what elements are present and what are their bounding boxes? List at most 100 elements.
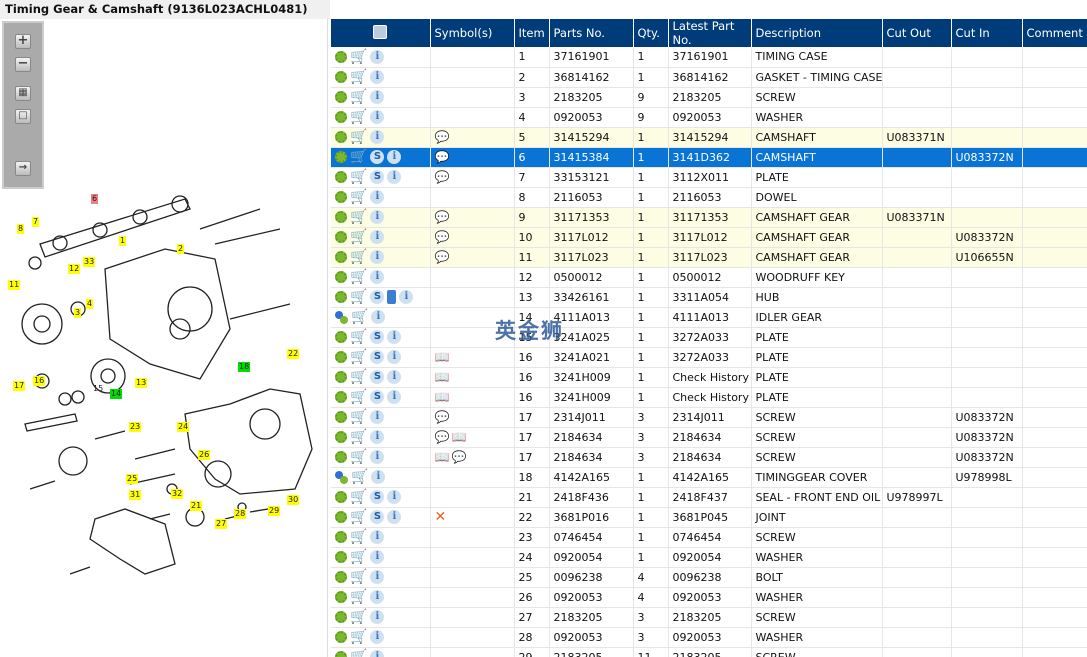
export-button[interactable]: → xyxy=(15,161,31,176)
callout-29[interactable]: 29 xyxy=(268,506,281,516)
table-row[interactable]: 🛒 Si 💬 7 33153121 1 3112X011 PLATE xyxy=(331,167,1087,188)
table-row[interactable]: 🛒 i 📖 💬 17 2184634 3 2184634 SCREW U083372N xyxy=(331,447,1087,468)
note-bubble-icon[interactable]: 💬 xyxy=(435,150,450,164)
info-icon[interactable]: i xyxy=(370,250,385,264)
cart-icon[interactable]: 🛒 xyxy=(350,350,367,364)
supersession-icon[interactable]: S xyxy=(370,490,385,504)
table-row[interactable]: 🛒 i 3 2183205 9 2183205 SCREW xyxy=(331,87,1087,108)
table-row[interactable]: 🛒 i 4 0920053 9 0920053 WASHER xyxy=(331,107,1087,128)
note-bubble-icon[interactable]: 💬 xyxy=(451,450,466,464)
callout-26[interactable]: 26 xyxy=(198,450,211,460)
table-row[interactable]: 🛒 i 💬 9 31171353 1 31171353 CAMSHAFT GEAR U08337… xyxy=(331,207,1087,228)
gear-icon[interactable] xyxy=(335,91,347,103)
supersession-icon[interactable]: S xyxy=(370,370,385,384)
cart-icon[interactable]: 🛒 xyxy=(350,110,367,124)
column-header-qty[interactable]: Qty. xyxy=(633,19,669,47)
info-icon[interactable]: i xyxy=(370,49,385,64)
table-row[interactable]: 🛒 Si 📖 16 3241H009 1 Check History PLATE xyxy=(331,387,1087,408)
history-book-icon[interactable]: 📖 xyxy=(435,350,450,364)
cart-icon[interactable]: 🛒 xyxy=(350,210,367,224)
history-book-icon[interactable]: 📖 xyxy=(435,390,450,404)
gear-icon[interactable] xyxy=(335,251,347,263)
gear-icon[interactable] xyxy=(335,131,347,143)
callout-30[interactable]: 30 xyxy=(287,495,300,505)
zoom-out-button[interactable]: − xyxy=(15,57,31,72)
info-icon[interactable]: i xyxy=(387,510,402,524)
supersession-icon[interactable]: S xyxy=(370,290,385,304)
cart-icon[interactable]: 🛒 xyxy=(350,330,367,344)
column-header-description[interactable]: Description xyxy=(751,19,883,47)
info-icon[interactable]: i xyxy=(370,130,385,144)
gear-icon[interactable] xyxy=(335,331,347,343)
note-bubble-icon[interactable]: 💬 xyxy=(435,170,450,184)
fit-view-button[interactable]: ▦ xyxy=(15,86,31,101)
cart-icon[interactable]: 🛒 xyxy=(351,470,368,484)
note-bubble-icon[interactable]: 💬 xyxy=(435,130,450,144)
callout-22[interactable]: 22 xyxy=(287,349,300,359)
gear-icon[interactable] xyxy=(335,391,347,403)
cart-icon[interactable]: 🛒 xyxy=(350,590,367,604)
cart-icon[interactable]: 🛒 xyxy=(350,150,367,164)
supersession-icon[interactable]: S xyxy=(370,350,385,364)
gear-icon[interactable] xyxy=(335,431,347,443)
cart-icon[interactable]: 🛒 xyxy=(350,450,367,464)
gear-icon[interactable] xyxy=(335,551,347,563)
gear-icon[interactable] xyxy=(335,291,347,303)
table-row[interactable]: 🛒 i 29 2183205 11 2183205 SCREW xyxy=(331,647,1087,657)
cart-icon[interactable]: 🛒 xyxy=(350,490,367,504)
table-row[interactable]: 🛒 i 27 2183205 3 2183205 SCREW xyxy=(331,607,1087,628)
info-icon[interactable]: i xyxy=(370,430,385,444)
column-header-search[interactable] xyxy=(331,19,431,47)
info-icon[interactable]: i xyxy=(370,230,385,244)
supersession-icon[interactable]: S xyxy=(370,170,385,184)
gear-icon[interactable] xyxy=(335,231,347,243)
note-bubble-icon[interactable]: 💬 xyxy=(435,410,450,424)
column-header-latest-part-no[interactable]: Latest Part No. xyxy=(668,19,752,47)
info-icon[interactable]: i xyxy=(370,610,385,624)
table-row[interactable]: 🛒 i 24 0920054 1 0920054 WASHER xyxy=(331,547,1087,568)
gear-icon[interactable] xyxy=(335,351,347,363)
info-icon[interactable]: i xyxy=(370,530,385,544)
table-row[interactable]: 🛒 i 14 4111A013 1 4111A013 IDLER GEAR xyxy=(331,307,1087,328)
info-icon[interactable]: i xyxy=(387,330,402,344)
table-row[interactable]: 🛒 i 12 0500012 1 0500012 WOODRUFF KEY xyxy=(331,267,1087,288)
callout-33[interactable]: 33 xyxy=(83,257,96,267)
info-icon[interactable]: i xyxy=(370,410,385,424)
callout-4[interactable]: 4 xyxy=(86,299,94,309)
table-row[interactable]: 🛒 Si ✕ 22 3681P016 1 3681P045 JOINT xyxy=(331,507,1087,528)
gear-icon[interactable] xyxy=(335,171,347,183)
callout-13[interactable]: 13 xyxy=(135,378,148,388)
info-icon[interactable]: i xyxy=(387,350,402,364)
assembly-gears-icon[interactable] xyxy=(335,470,348,484)
supersession-icon[interactable]: S xyxy=(370,330,385,344)
table-row[interactable]: 🛒 Si 💬 6 31415384 1 3141D362 CAMSHAFT U083372N xyxy=(331,147,1087,168)
info-icon[interactable]: i xyxy=(387,150,402,164)
gear-icon[interactable] xyxy=(335,571,347,583)
cart-icon[interactable]: 🛒 xyxy=(350,550,367,564)
note-bubble-icon[interactable]: 💬 xyxy=(435,250,450,264)
info-icon[interactable]: i xyxy=(371,310,386,324)
callout-6[interactable]: 6 xyxy=(91,194,99,204)
column-header-cut-out[interactable]: Cut Out xyxy=(882,19,952,47)
manual-book-icon[interactable] xyxy=(387,290,397,304)
supersession-icon[interactable]: S xyxy=(370,390,385,404)
callout-23[interactable]: 23 xyxy=(129,422,142,432)
column-header-cut-in[interactable]: Cut In xyxy=(951,19,1023,47)
info-icon[interactable]: i xyxy=(370,110,385,124)
supersession-icon[interactable]: S xyxy=(370,510,385,524)
info-icon[interactable]: i xyxy=(370,630,385,644)
table-row[interactable]: 🛒 i 28 0920053 3 0920053 WASHER xyxy=(331,627,1087,648)
cart-icon[interactable]: 🛒 xyxy=(350,50,367,64)
callout-28[interactable]: 28 xyxy=(234,509,247,519)
callout-11[interactable]: 11 xyxy=(8,280,21,290)
info-icon[interactable]: i xyxy=(370,190,385,204)
info-icon[interactable]: i xyxy=(370,70,385,84)
table-row[interactable]: 🛒 i 💬 10 3117L012 1 3117L012 CAMSHAFT GEAR U0833… xyxy=(331,227,1087,248)
table-row[interactable]: 🛒 i 23 0746454 1 0746454 SCREW xyxy=(331,527,1087,548)
table-row[interactable]: 🛒 Si 21 2418F436 1 2418F437 SEAL - FRONT END O… xyxy=(331,487,1087,508)
history-book-icon[interactable]: 📖 xyxy=(451,430,466,444)
cart-icon[interactable]: 🛒 xyxy=(350,530,367,544)
info-icon[interactable]: i xyxy=(399,290,414,304)
table-row[interactable]: 🛒 i 25 0096238 4 0096238 BOLT xyxy=(331,567,1087,588)
cart-icon[interactable]: 🛒 xyxy=(350,70,367,84)
